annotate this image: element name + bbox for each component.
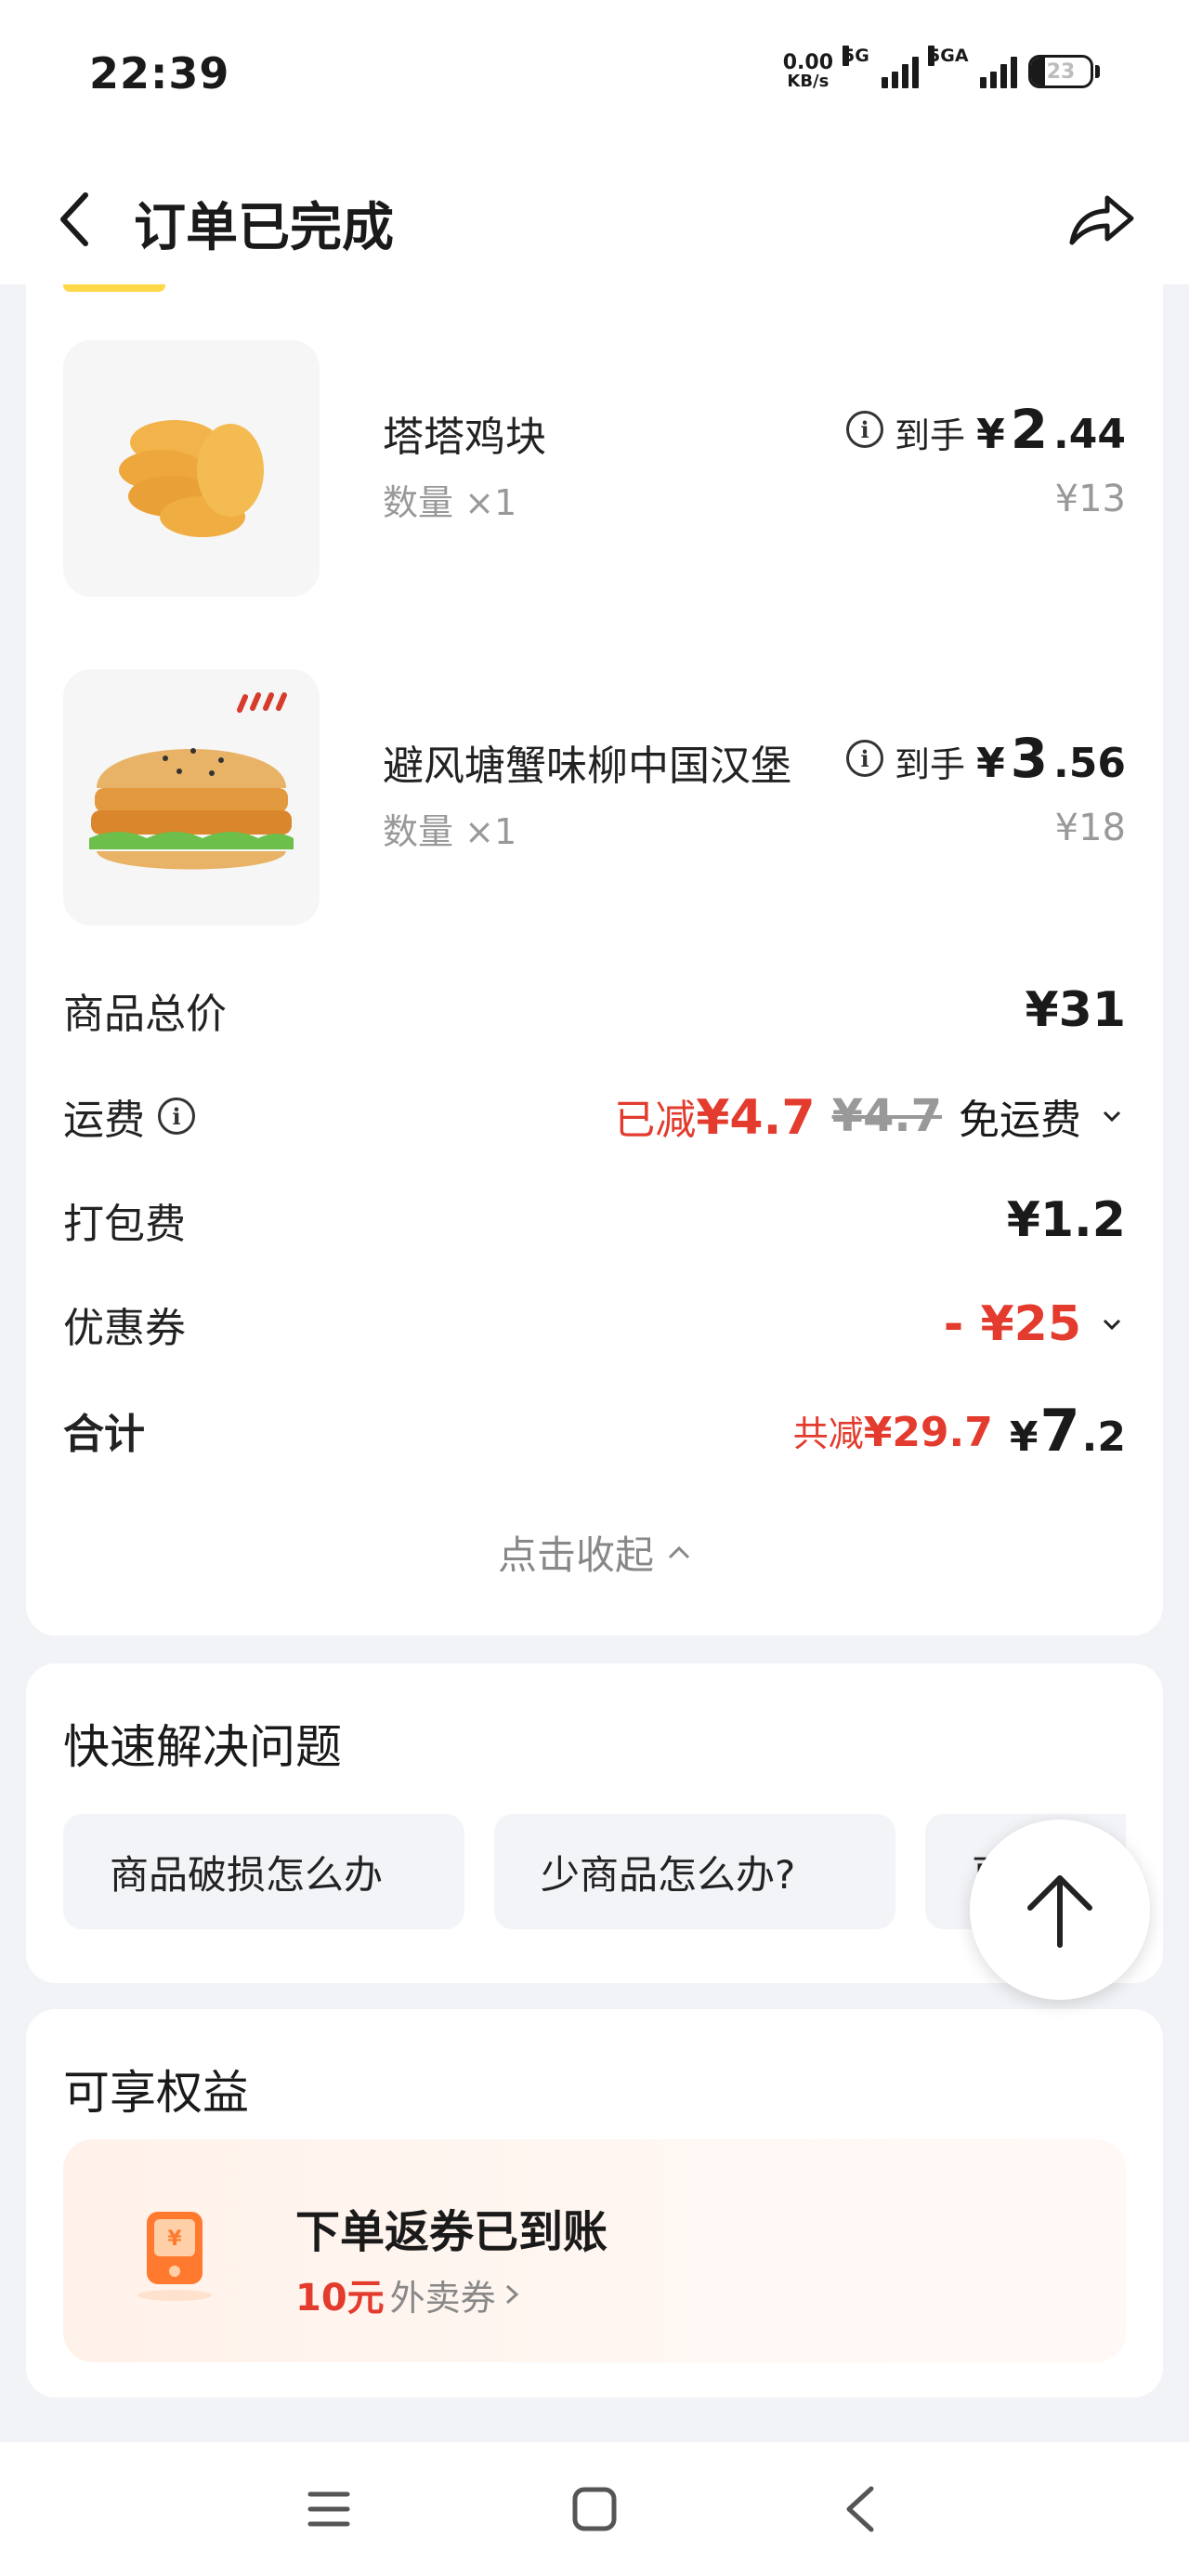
info-icon[interactable]: i (846, 411, 884, 448)
total-row: 合计 共减¥29.7 ¥7.2 (63, 1396, 1126, 1465)
order-item[interactable]: 避风塘蟹味柳中国汉堡 数量 ×1 i 到手 ¥ 3 .56 ¥18 (63, 669, 1126, 926)
info-icon[interactable]: i (846, 740, 884, 777)
item-final-price: i 到手 ¥ 3 .56 (846, 727, 1126, 790)
product-image-burger (63, 669, 320, 926)
chevron-down-icon[interactable] (1098, 1102, 1126, 1130)
benefits-card: 可享权益 ¥ 下单返券已到账 10元 外卖券 (26, 2009, 1163, 2398)
net-speed: 0.00 KB/s (782, 51, 833, 91)
packing-fee-value: ¥1.2 (1006, 1192, 1126, 1248)
product-image-nuggets (63, 340, 320, 597)
delivery-reduced: 已减¥4.7 (614, 1090, 816, 1146)
item-original-price: ¥13 (1054, 478, 1126, 520)
nav-back-button[interactable] (823, 2472, 897, 2546)
page-title: 订单已完成 (134, 198, 394, 258)
battery-fill (1031, 58, 1045, 85)
goods-total-row: 商品总价 ¥31 (63, 982, 1126, 1038)
home-button[interactable] (557, 2472, 632, 2546)
delivery-free: 免运费 (959, 1097, 1081, 1144)
menu-button[interactable] (292, 2472, 366, 2546)
battery-icon: 23 (1028, 55, 1093, 88)
collapse-button[interactable]: 点击收起 (26, 1524, 1163, 1581)
item-original-price: ¥18 (1054, 807, 1126, 849)
chevron-down-icon[interactable] (1098, 1310, 1126, 1338)
help-chip[interactable]: 少商品怎么办? (494, 1814, 895, 1929)
system-nav-bar (0, 2442, 1189, 2576)
svg-text:¥: ¥ (167, 2228, 182, 2251)
goods-total-value: ¥31 (1025, 982, 1126, 1038)
chevron-right-icon (505, 2284, 518, 2305)
top-bar: 22:39 0.00 KB/s 5G 5GA 23 订单已完成 (0, 0, 1189, 284)
item-name: 塔塔鸡块 (383, 414, 546, 461)
total-value: ¥7.2 (1009, 1396, 1126, 1465)
section-title: 可享权益 (63, 2066, 249, 2120)
order-detail-card: 塔塔鸡块 数量 ×1 i 到手 ¥ 2 .44 ¥13 避风塘蟹味柳中国汉堡 数… (26, 223, 1163, 1636)
back-triangle-icon (846, 2486, 874, 2532)
coupon-row[interactable]: 优惠券 - ¥25 (63, 1292, 1126, 1357)
home-square-icon (572, 2487, 617, 2531)
delivery-fee-row[interactable]: 运费 i 已减¥4.7 ¥4.7 免运费 (63, 1084, 1126, 1149)
coupon-benefit[interactable]: ¥ 下单返券已到账 10元 外卖券 (63, 2139, 1126, 2362)
chevron-left-icon (60, 192, 88, 246)
section-title: 快速解决问题 (63, 1720, 342, 1774)
coupon-value: - ¥25 (943, 1296, 1081, 1352)
item-name: 避风塘蟹味柳中国汉堡 (383, 743, 791, 790)
total-saved: 共减¥29.7 (792, 1408, 993, 1456)
chevron-up-icon (668, 1545, 690, 1558)
coupon-ticket-icon: ¥ (119, 2195, 230, 2307)
signal-5ga-icon: 5GA (928, 46, 1017, 88)
menu-icon (307, 2491, 350, 2527)
status-time: 22:39 (89, 48, 230, 99)
share-icon (1069, 195, 1134, 245)
signal-5g-icon: 5G (843, 46, 919, 88)
arrow-up-icon (1027, 1875, 1092, 1948)
item-qty: 数量 ×1 (383, 811, 517, 852)
item-final-price: i 到手 ¥ 2 .44 (846, 398, 1126, 461)
help-chip[interactable]: 商品破损怎么办 (63, 1814, 464, 1929)
item-qty: 数量 ×1 (383, 482, 517, 523)
back-button[interactable] (46, 182, 102, 256)
help-chips: 商品破损怎么办 少商品怎么办? 更多 (63, 1814, 1126, 1929)
delivery-original: ¥4.7 (831, 1090, 942, 1142)
order-item[interactable]: 塔塔鸡块 数量 ×1 i 到手 ¥ 2 .44 ¥13 (63, 340, 1126, 597)
packing-fee-row: 打包费 ¥1.2 (63, 1192, 1126, 1248)
benefit-title: 下单返券已到账 (295, 2206, 608, 2258)
scroll-top-button[interactable] (970, 1820, 1150, 2000)
share-button[interactable] (1063, 180, 1141, 258)
benefit-subtitle: 10元 外卖券 (295, 2267, 522, 2321)
status-icons: 0.00 KB/s 5G 5GA 23 (782, 46, 1100, 95)
info-icon[interactable]: i (158, 1097, 195, 1135)
